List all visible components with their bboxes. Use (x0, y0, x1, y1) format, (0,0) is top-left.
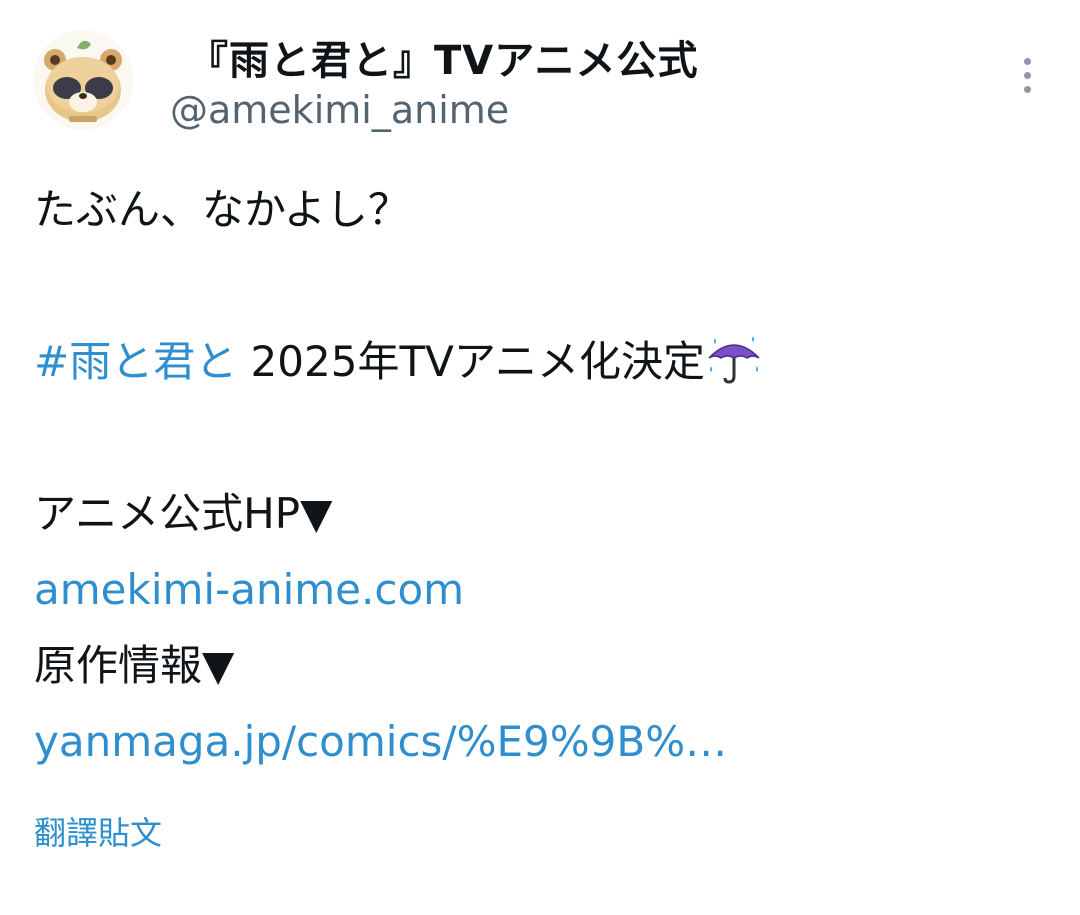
tweet-card: 『雨と君と』TVアニメ公式 @amekimi_anime たぶん、なかよし？ #… (0, 0, 1080, 915)
translate-post-button[interactable]: 翻譯貼文 (34, 808, 162, 854)
official-site-link[interactable]: amekimi-anime.com (34, 565, 464, 614)
tweet-line-4: 原作情報▼ (34, 641, 235, 690)
hashtag-link[interactable]: #雨と君と (34, 337, 237, 386)
more-dot (1024, 72, 1031, 79)
author-handle[interactable]: @amekimi_anime (170, 88, 509, 132)
more-vertical-icon[interactable] (1010, 52, 1046, 100)
official-site-link-line: amekimi-anime.com (34, 552, 1054, 628)
umbrella-with-rain-icon (705, 332, 763, 384)
tweet-line-2: #雨と君と 2025年TVアニメ化決定 (34, 324, 1054, 400)
announcement-text: 2025年TVアニメ化決定 (237, 337, 705, 386)
tweet-line-3: アニメ公式HP▼ (34, 489, 333, 538)
more-dot (1024, 86, 1031, 93)
author-display-name[interactable]: 『雨と君と』TVアニメ公式 (188, 28, 698, 86)
tweet-line-1: たぶん、なかよし？ (34, 185, 410, 234)
tanuki-avatar-icon[interactable] (33, 30, 133, 130)
source-info-link[interactable]: yanmaga.jp/comics/%E9%9B%… (34, 717, 727, 766)
more-dot (1024, 58, 1031, 65)
source-link-line: yanmaga.jp/comics/%E9%9B%… (34, 704, 1054, 780)
tweet-text: たぶん、なかよし？ #雨と君と 2025年TVアニメ化決定 アニメ公式HP▼ a… (34, 172, 1054, 780)
